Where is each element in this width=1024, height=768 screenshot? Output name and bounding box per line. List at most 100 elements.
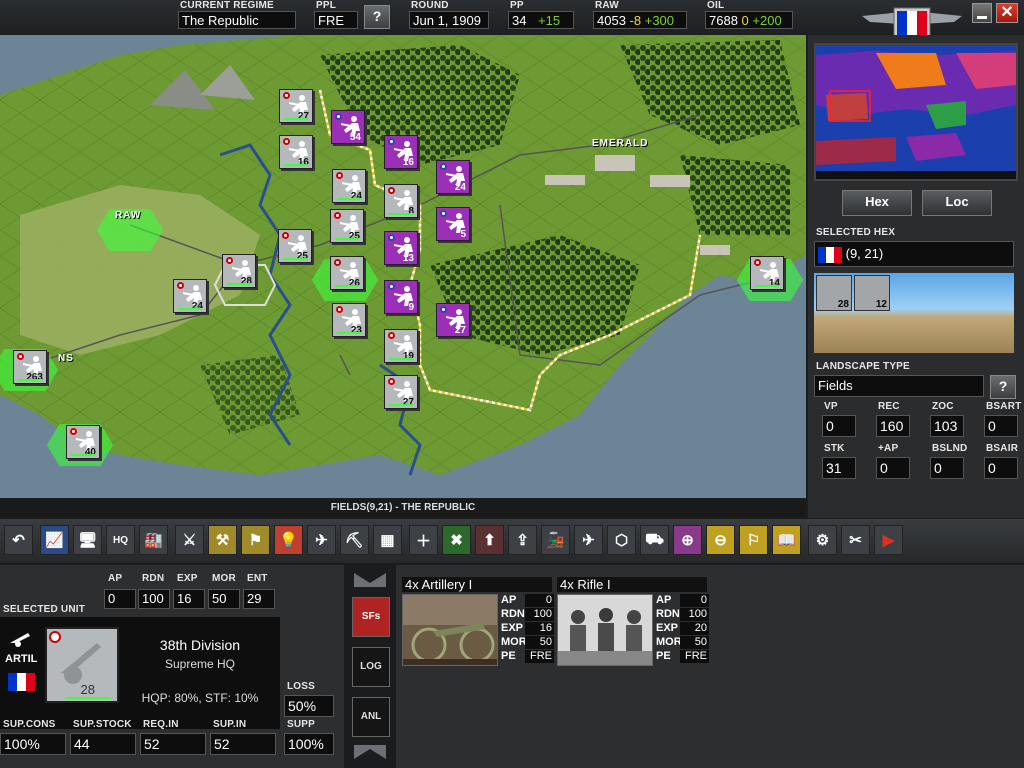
minimap[interactable]: [814, 43, 1018, 181]
log-button[interactable]: LOG: [352, 647, 390, 687]
subunit-card-artillery[interactable]: 4x Artillery I AP 0 RDN 100 EXP 16 MOR 5…: [402, 577, 554, 666]
options-button[interactable]: ⚙: [808, 525, 837, 555]
factory-icon: 🏭: [144, 532, 163, 549]
factory-button[interactable]: 🏭: [139, 525, 168, 555]
oil-plus: +200: [752, 13, 782, 28]
add-button[interactable]: ＋: [409, 525, 438, 555]
loss-label: LOSS: [287, 681, 316, 692]
fortify-button[interactable]: ⛏: [340, 525, 369, 555]
hex-stat-value: 0: [822, 415, 856, 437]
scroll-up-icon[interactable]: [352, 569, 388, 589]
rdn-label: RDN: [142, 573, 165, 584]
enemy-unit-counter[interactable]: 13: [384, 231, 418, 265]
upgrade-button[interactable]: ⬆: [475, 525, 504, 555]
deploy-icon: ⛟: [645, 530, 664, 548]
unit-strength-bar: [389, 404, 413, 406]
hex-unit-armor[interactable]: 12: [854, 275, 890, 311]
enemy-unit-counter[interactable]: 16: [384, 135, 418, 169]
computer-button[interactable]: 🖥: [73, 525, 102, 555]
french-unit-counter[interactable]: 40: [66, 425, 100, 459]
unit-strength-label: 24: [191, 301, 203, 312]
hex-button[interactable]: ⬡: [607, 525, 636, 555]
undo-button[interactable]: ↶: [4, 525, 33, 555]
french-unit-counter[interactable]: 24: [173, 279, 207, 313]
air-button[interactable]: ✈: [574, 525, 603, 555]
unit-strength-label: 27: [297, 111, 309, 122]
unit-strength-bar: [389, 213, 413, 215]
landscape-help-button[interactable]: ?: [990, 375, 1016, 399]
exp-label: EXP: [177, 573, 198, 584]
subunit-pe: FRE: [680, 650, 709, 663]
hq-flag-button[interactable]: ⚑: [241, 525, 270, 555]
french-unit-counter[interactable]: 8: [384, 184, 418, 218]
reqin-label: REQ.IN: [143, 719, 179, 730]
french-unit-counter[interactable]: 19: [384, 329, 418, 363]
subunit-ap: 0: [525, 594, 554, 607]
french-unit-counter[interactable]: 23: [332, 303, 366, 337]
unit-strength-label: 263: [26, 372, 43, 383]
french-unit-counter[interactable]: 24: [332, 169, 366, 203]
hex-unit-artillery[interactable]: 28: [816, 275, 852, 311]
enemy-unit-counter[interactable]: 24: [436, 160, 470, 194]
bridge-button[interactable]: ▦: [373, 525, 402, 555]
subunit-mor-key: MOR: [501, 636, 527, 648]
move-button[interactable]: ✈: [307, 525, 336, 555]
hq-button[interactable]: HQ: [106, 525, 135, 555]
french-unit-counter[interactable]: 263: [13, 350, 47, 384]
hq-flag-icon: ⚑: [248, 532, 263, 549]
french-unit-counter[interactable]: 26: [330, 256, 364, 290]
reinforce-button[interactable]: ⇪: [508, 525, 537, 555]
french-unit-counter[interactable]: 28: [222, 254, 256, 288]
tools-button[interactable]: ✂: [841, 525, 870, 555]
zoom-out-button[interactable]: ⊖: [706, 525, 735, 555]
french-unit-counter[interactable]: 25: [278, 229, 312, 263]
computer-icon: 🖥: [77, 532, 98, 549]
ppl-label: PPL: [316, 0, 337, 11]
zoom-in-button[interactable]: ⊕: [673, 525, 702, 555]
graph-button[interactable]: 📈: [40, 525, 69, 555]
french-unit-counter[interactable]: 14: [750, 256, 784, 290]
unit-strength-label: 26: [348, 278, 360, 289]
enemy-unit-counter[interactable]: 27: [436, 303, 470, 337]
close-button[interactable]: ✕: [996, 3, 1018, 23]
french-unit-counter[interactable]: 27: [279, 89, 313, 123]
unit-strength-label: 9: [408, 302, 414, 313]
enemy-unit-counter[interactable]: 54: [331, 110, 365, 144]
anl-button[interactable]: ANL: [352, 697, 390, 737]
unit-strength-bar: [337, 198, 361, 200]
research-button[interactable]: 💡: [274, 525, 303, 555]
supstock-label: SUP.STOCK: [73, 719, 132, 730]
enemy-unit-counter[interactable]: 9: [384, 280, 418, 314]
supply-button[interactable]: ⚒: [208, 525, 237, 555]
deploy-button[interactable]: ⛟: [640, 525, 669, 555]
artillery-icon: [10, 633, 30, 647]
hex-button[interactable]: Hex: [842, 190, 912, 216]
book-button[interactable]: 📖: [772, 525, 801, 555]
subunit-card-rifle[interactable]: 4x Rifle I AP 0 RDN 100 EXP 20 MOR 50 PE…: [557, 577, 709, 666]
zoom-in-icon: ⊕: [681, 532, 694, 549]
hex-map[interactable]: EMERALD RAW NS 27 16 24 8 25 28 25 26 24 23 19 27 14…: [0, 35, 806, 498]
rifle-button[interactable]: ⚔: [175, 525, 204, 555]
end-turn-button[interactable]: ▶: [874, 525, 903, 555]
unit-strength: 28: [80, 682, 95, 697]
rail-button[interactable]: 🚂: [541, 525, 570, 555]
loc-button[interactable]: Loc: [922, 190, 992, 216]
sfs-button[interactable]: SFs: [352, 597, 390, 637]
raw-label: RAW: [595, 0, 619, 11]
french-unit-counter[interactable]: 27: [384, 375, 418, 409]
raw-plus: +300: [644, 13, 675, 28]
scroll-down-icon[interactable]: [352, 743, 388, 763]
unit-strength-bar: [335, 285, 359, 287]
enemy-unit-counter[interactable]: 5: [436, 207, 470, 241]
hex-stat-label: BSLND: [932, 443, 968, 454]
ppl-help-button[interactable]: ?: [364, 5, 390, 29]
french-unit-counter[interactable]: 16: [279, 135, 313, 169]
oil-zero: 0: [741, 13, 749, 28]
disband-icon: ✖: [450, 532, 463, 549]
unit-counter-large[interactable]: 28: [45, 627, 119, 703]
flag-button[interactable]: ⚐: [739, 525, 768, 555]
disband-button[interactable]: ✖: [442, 525, 471, 555]
french-unit-counter[interactable]: 25: [330, 209, 364, 243]
minimize-button[interactable]: [972, 3, 992, 23]
hex-stat-label: BSART: [986, 401, 1022, 412]
